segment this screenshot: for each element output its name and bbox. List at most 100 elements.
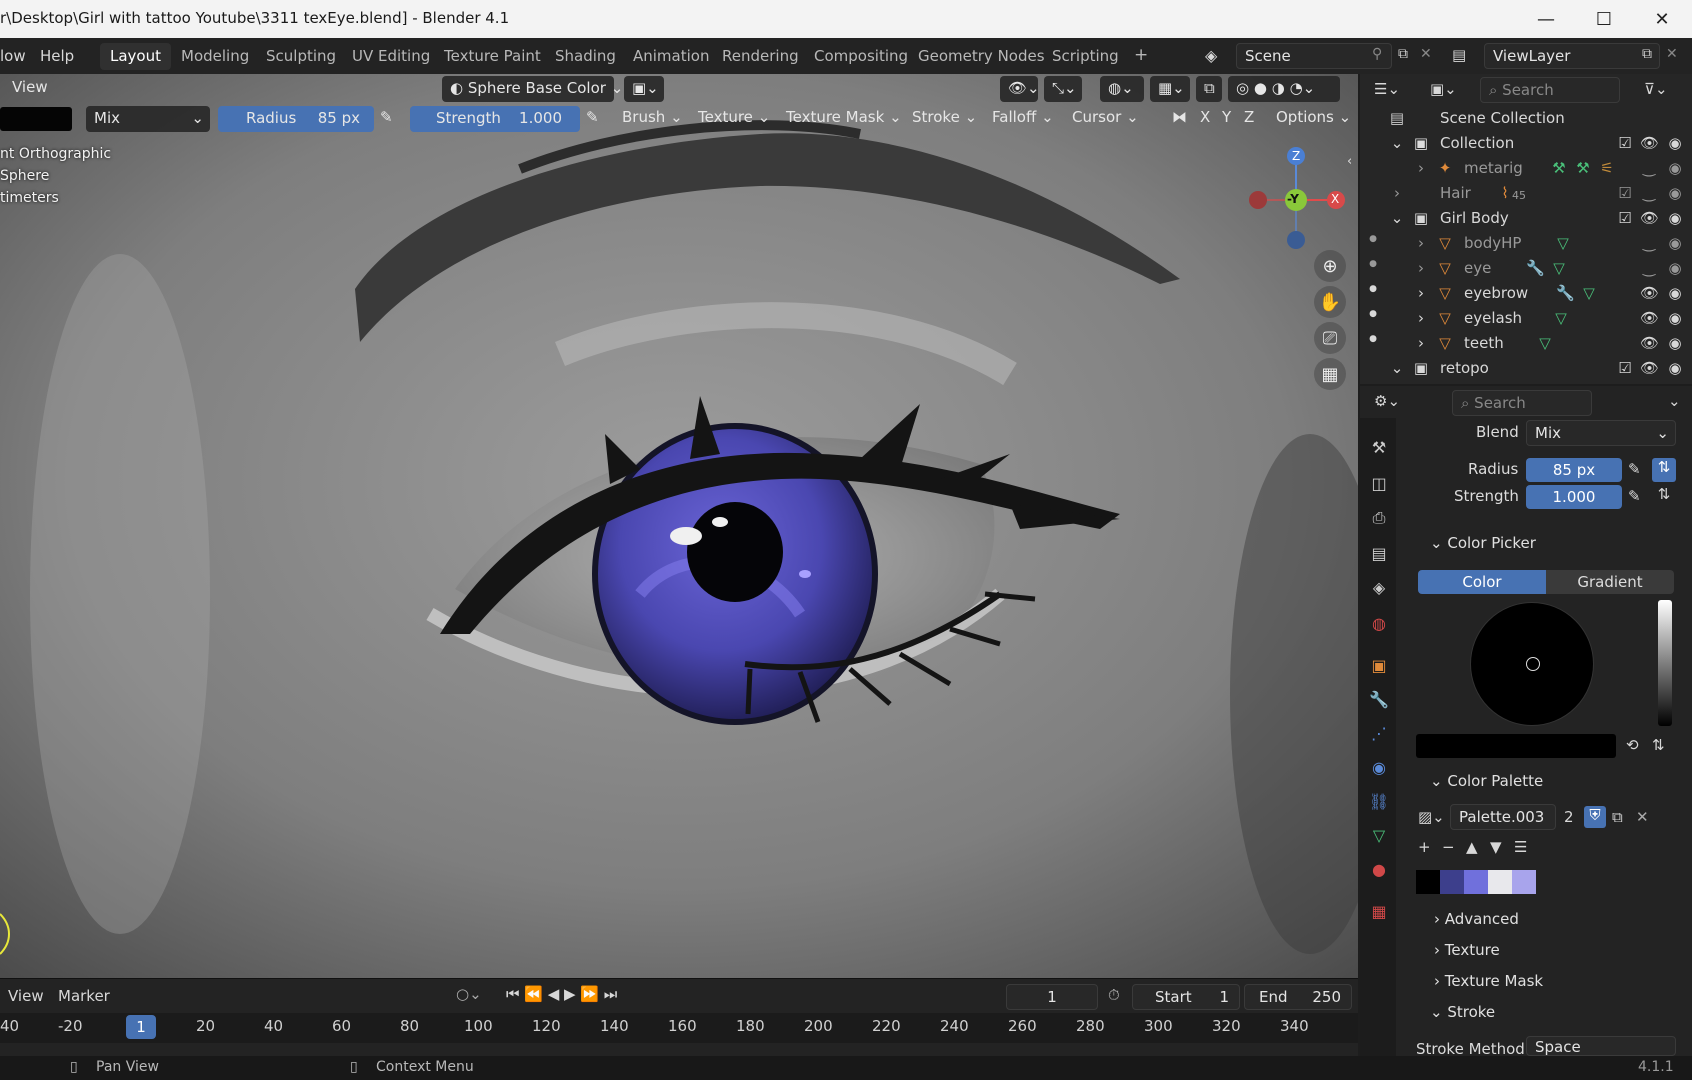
eye-closed-icon[interactable]: ‿ <box>1640 234 1658 252</box>
expand-chevron-icon[interactable]: › <box>1412 309 1430 327</box>
zoom-icon[interactable]: ⊕ <box>1314 250 1346 282</box>
camera-icon[interactable]: ◉ <box>1666 184 1684 202</box>
checkbox-icon[interactable]: ☑ <box>1616 134 1634 152</box>
fake-user-shield-icon[interactable]: ⛨ <box>1584 806 1606 828</box>
tab-compositing[interactable]: Compositing <box>804 43 918 70</box>
value-slider[interactable] <box>1658 600 1672 726</box>
palette-color-swatch[interactable] <box>1488 870 1512 894</box>
outliner-row-hair[interactable]: › Hair ⌇ 45 ☑ ‿ ◉ <box>1360 181 1692 206</box>
palette-browse-icon[interactable]: ▨⌄ <box>1418 808 1445 826</box>
outliner-row-scene-collection[interactable]: ▤ Scene Collection <box>1360 106 1692 131</box>
color-picker-panel-header[interactable]: ⌄ Color Picker <box>1430 534 1536 552</box>
view-menu[interactable]: View <box>12 78 48 96</box>
texture-mask-menu[interactable]: Texture Mask ⌄ <box>786 108 902 126</box>
timeline-marker-menu[interactable]: Marker <box>58 987 110 1005</box>
swap-colors-icon[interactable]: ⟲ <box>1626 736 1639 754</box>
stroke-method-dropdown[interactable]: Space <box>1526 1036 1676 1056</box>
pressure-pen-icon[interactable]: ✎ <box>380 108 393 126</box>
new-view-layer-icon[interactable]: ⧉ <box>1642 46 1652 62</box>
expand-chevron-icon[interactable]: › <box>1412 334 1430 352</box>
brush-color-swatch[interactable] <box>0 107 72 131</box>
texture-tab-icon[interactable]: ▦ <box>1368 902 1390 924</box>
constraints-tab-icon[interactable]: ⛓ <box>1368 792 1390 814</box>
options-menu[interactable]: Options ⌄ <box>1276 108 1351 126</box>
outliner-row-teeth[interactable]: ● › ▽ teeth ▽ 👁 ◉ <box>1360 331 1692 356</box>
output-tab-icon[interactable]: ⎙ <box>1368 508 1390 530</box>
unlink-palette-icon[interactable]: ✕ <box>1636 808 1649 826</box>
world-tab-icon[interactable]: ◍ <box>1368 614 1390 636</box>
chevron-down-icon[interactable]: ⌄ <box>1668 392 1681 410</box>
outliner-row-bodyhp[interactable]: ● › ▽ bodyHP ▽ ‿ ◉ <box>1360 231 1692 256</box>
sort-icon[interactable]: ☰ <box>1514 838 1527 856</box>
eye-icon[interactable]: 👁 <box>1640 309 1659 327</box>
view-layer-tab-icon[interactable]: ▤ <box>1368 544 1390 566</box>
pan-hand-icon[interactable]: ✋ <box>1314 286 1346 318</box>
add-workspace-button[interactable]: + <box>1124 41 1158 68</box>
playback-controls[interactable]: ⏮ ⏪ ◀ ▶ ⏩ ⏭ <box>506 985 617 1003</box>
radius-field[interactable]: 85 px <box>1526 458 1622 482</box>
tab-modeling[interactable]: Modeling <box>171 43 259 70</box>
end-frame-field[interactable]: End 250 <box>1244 984 1352 1010</box>
render-tab-icon[interactable]: ◫ <box>1368 474 1390 496</box>
palette-color-swatch[interactable] <box>1512 870 1536 894</box>
tab-scripting[interactable]: Scripting <box>1042 43 1129 70</box>
symmetry-icon[interactable]: ⧓ <box>1172 108 1187 126</box>
mask-mode-dropdown[interactable]: ▣⌄ <box>624 76 664 102</box>
texture-mask-panel-header[interactable]: › Texture Mask <box>1434 972 1543 990</box>
sidebar-toggle-icon[interactable]: ‹ <box>1347 154 1352 169</box>
expand-chevron-icon[interactable]: ⌄ <box>1388 134 1406 152</box>
eye-icon[interactable]: 👁 <box>1640 334 1659 352</box>
strength-field[interactable]: 1.000 <box>1526 485 1622 509</box>
expand-chevron-icon[interactable]: ⌄ <box>1388 359 1406 377</box>
expand-chevron-icon[interactable]: › <box>1388 184 1406 202</box>
3d-viewport[interactable]: nt Orthographic Sphere timeters Z -Y X ‹… <box>0 74 1358 978</box>
overlays-toggle[interactable]: ◍⌄ <box>1100 76 1144 102</box>
filter-icon[interactable]: ⊽⌄ <box>1644 80 1668 98</box>
camera-icon[interactable]: ◉ <box>1666 334 1684 352</box>
blend-dropdown[interactable]: Mix ⌄ <box>1526 420 1676 446</box>
advanced-panel-header[interactable]: › Advanced <box>1434 910 1519 928</box>
texture-menu[interactable]: Texture ⌄ <box>698 108 770 126</box>
eye-icon[interactable]: 👁 <box>1640 209 1659 227</box>
outliner-row-eye[interactable]: ● › ▽ eye 🔧 ▽ ‿ ◉ <box>1360 256 1692 281</box>
display-mode-icon[interactable]: ▣⌄ <box>1430 80 1457 98</box>
eye-icon[interactable]: 👁 <box>1640 134 1659 152</box>
strength-field[interactable]: Strength 1.000 <box>410 106 580 132</box>
camera-icon[interactable]: ◉ <box>1666 134 1684 152</box>
mirror-y-toggle[interactable]: Y <box>1222 108 1231 126</box>
mirror-x-toggle[interactable]: X <box>1200 108 1210 126</box>
camera-view-icon[interactable]: ⎚ <box>1314 322 1346 354</box>
visibility-dropdown[interactable]: 👁⌄ <box>1000 76 1040 102</box>
minimize-button[interactable]: — <box>1518 0 1574 38</box>
scene-tab-icon[interactable]: ◈ <box>1368 578 1390 600</box>
remove-color-icon[interactable]: − <box>1442 838 1455 856</box>
eye-icon[interactable]: 👁 <box>1640 359 1659 377</box>
expand-chevron-icon[interactable]: › <box>1412 259 1430 277</box>
palette-color-swatch[interactable] <box>1440 870 1464 894</box>
expand-chevron-icon[interactable]: › <box>1412 234 1430 252</box>
palette-color-swatch[interactable] <box>1464 870 1488 894</box>
editor-type-icon[interactable]: ⚙⌄ <box>1374 392 1400 410</box>
color-palette-panel-header[interactable]: ⌄ Color Palette <box>1430 772 1543 790</box>
checkbox-icon[interactable]: ☑ <box>1616 359 1634 377</box>
current-frame-field[interactable]: 1 <box>1006 984 1098 1010</box>
camera-icon[interactable]: ◉ <box>1666 259 1684 277</box>
gradient-mode-tab[interactable]: Gradient <box>1546 570 1674 594</box>
scene-selector[interactable]: Scene <box>1236 43 1392 69</box>
expand-chevron-icon[interactable]: ⌄ <box>1388 209 1406 227</box>
eye-icon[interactable]: 👁 <box>1640 284 1659 302</box>
outliner-row-retopo[interactable]: ⌄ ▣ retopo ☑ 👁 ◉ <box>1360 356 1692 381</box>
view-layer-selector[interactable]: ViewLayer <box>1484 43 1660 69</box>
tab-texture-paint[interactable]: Texture Paint <box>434 43 551 70</box>
pen-pressure-icon[interactable]: ✎ <box>1628 487 1641 505</box>
shading-buttons[interactable]: ◎ ● ◑ ◔⌄ <box>1228 76 1340 102</box>
mirror-z-toggle[interactable]: Z <box>1244 108 1254 126</box>
checkbox-icon[interactable]: ☑ <box>1616 209 1634 227</box>
close-button[interactable]: ✕ <box>1634 0 1690 38</box>
eye-closed-icon[interactable]: ‿ <box>1640 184 1658 202</box>
mesh-edit-overlays[interactable]: ▦⌄ <box>1150 76 1190 102</box>
strength-pressure-icon[interactable]: ✎ <box>586 108 599 126</box>
object-tab-icon[interactable]: ▣ <box>1368 656 1390 678</box>
remove-view-layer-icon[interactable]: ✕ <box>1666 46 1678 62</box>
xray-toggle[interactable]: ⧉ <box>1196 76 1222 102</box>
